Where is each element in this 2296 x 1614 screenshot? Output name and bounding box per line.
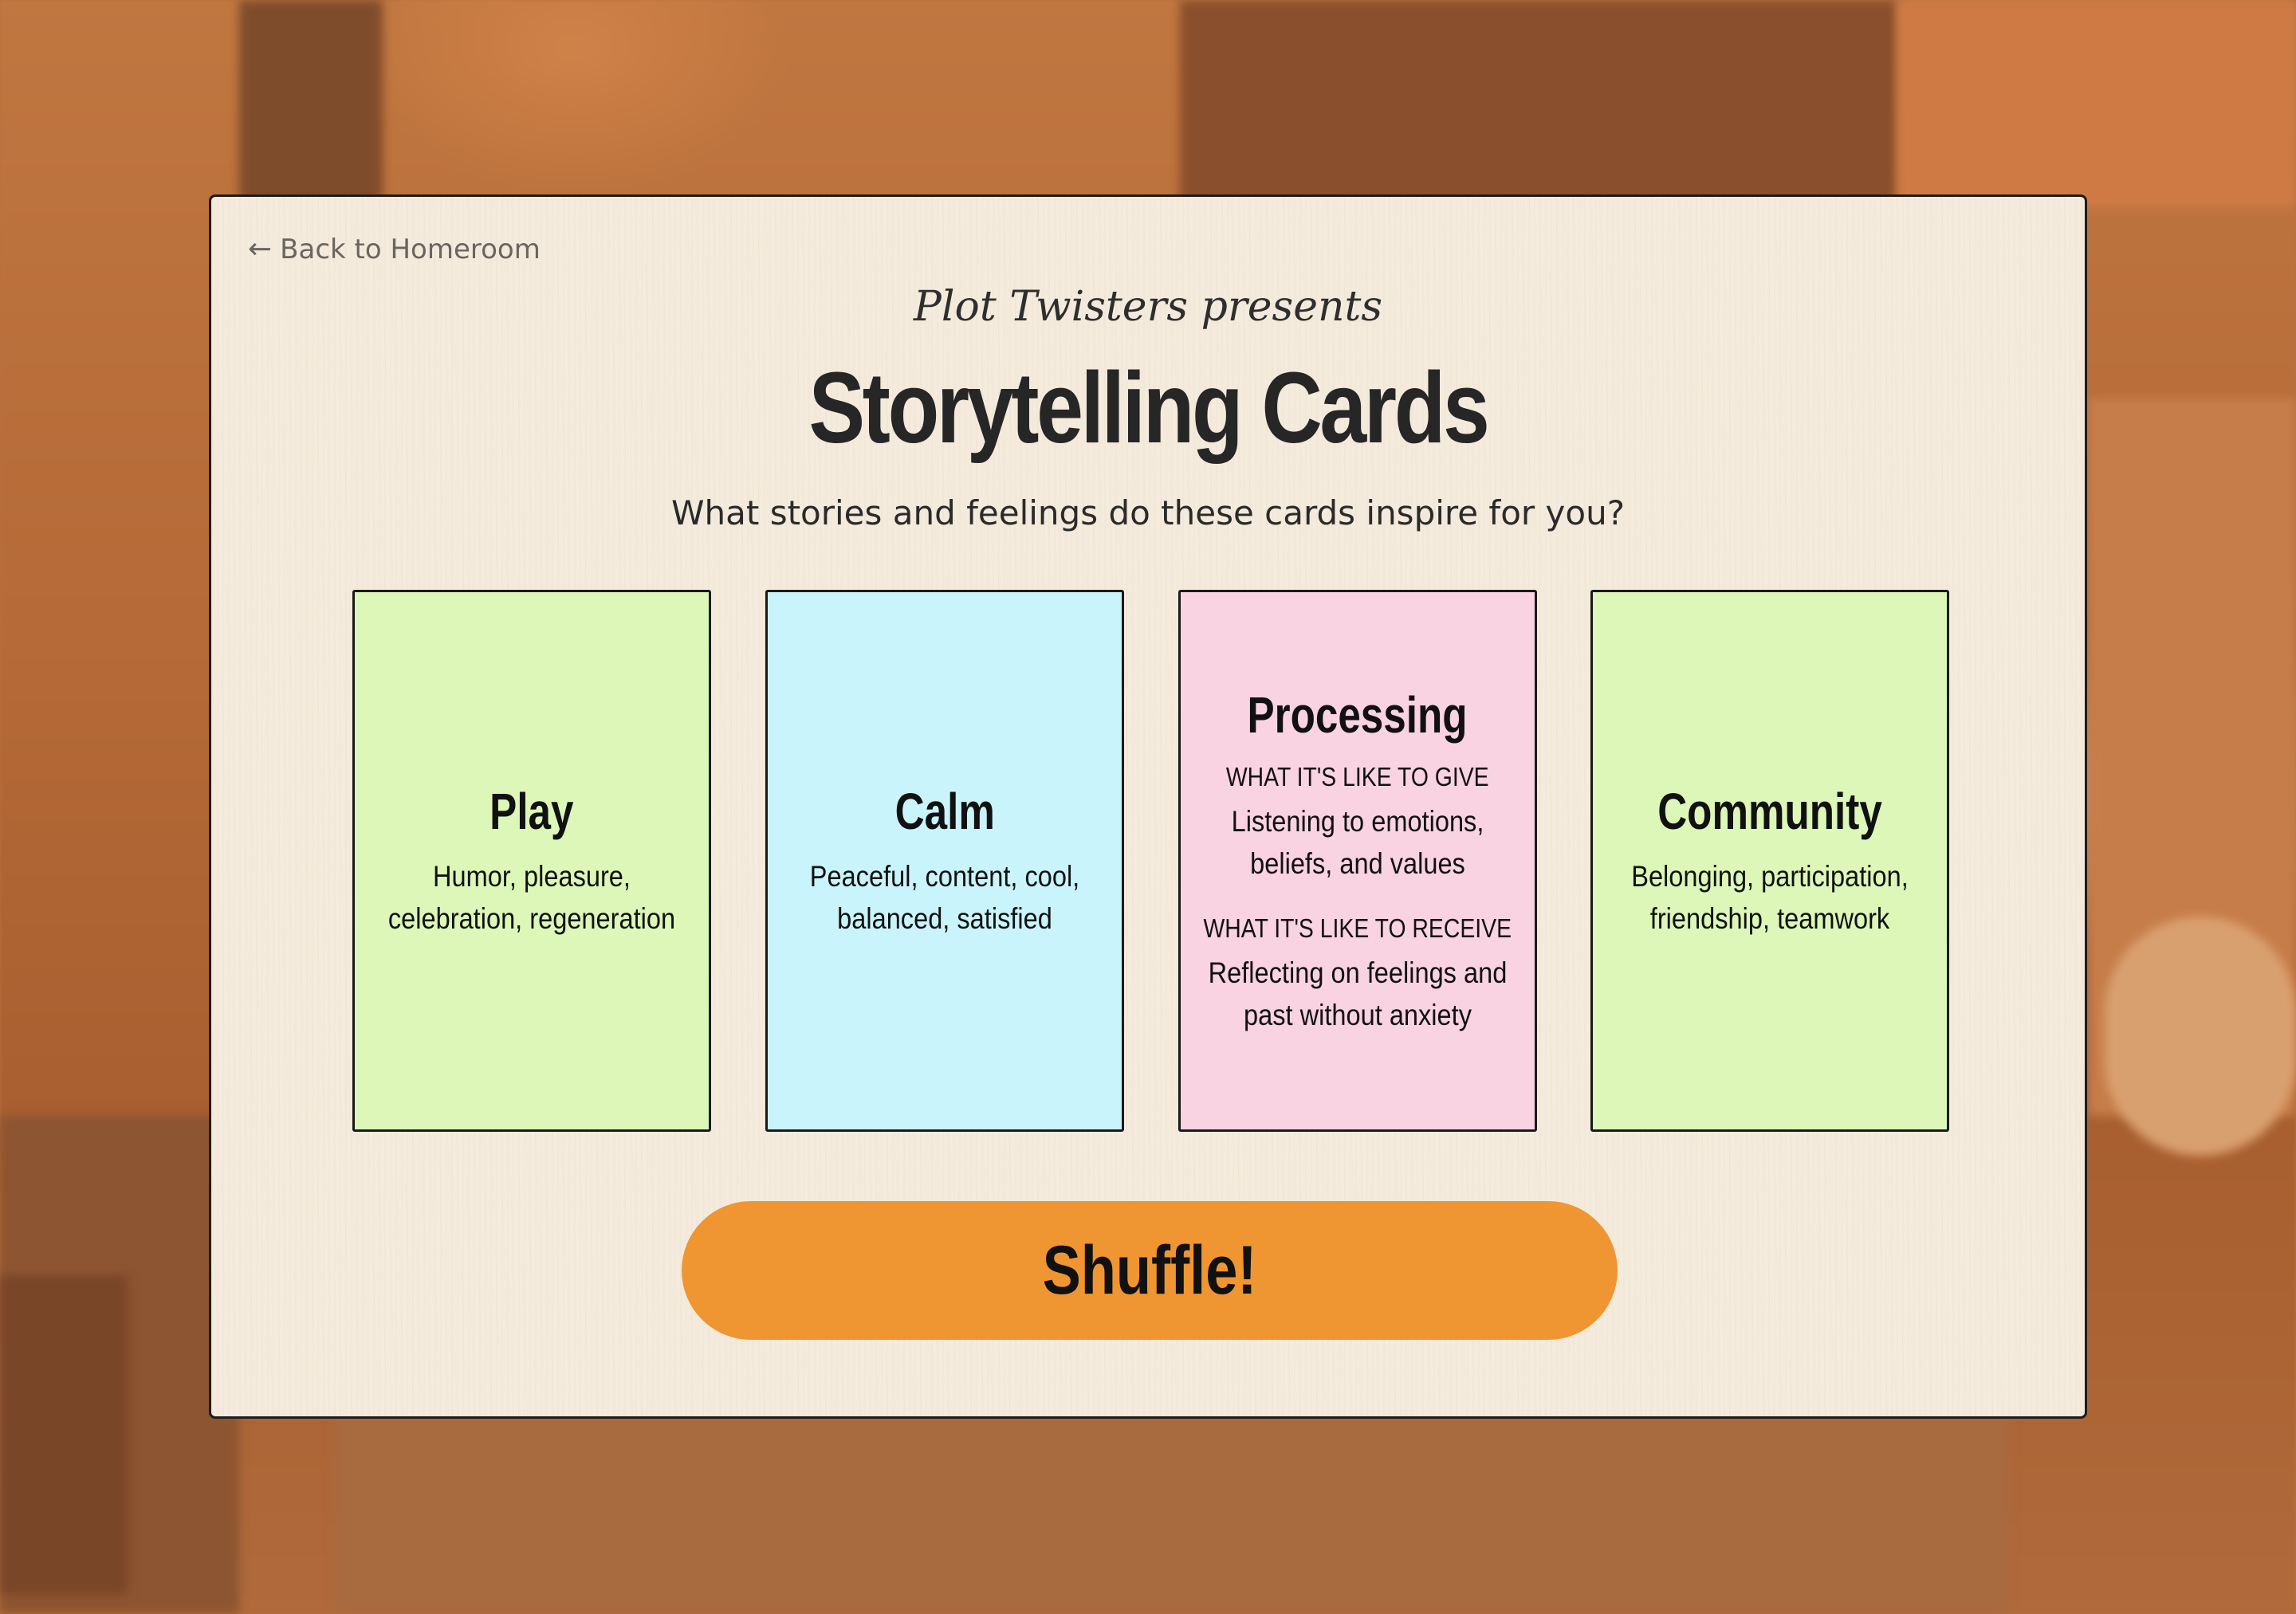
shuffle-button-label: Shuffle!	[1042, 1231, 1257, 1309]
card-row: Play Humor, pleasure, celebration, regen…	[352, 590, 1952, 1132]
card-title: Processing	[1247, 686, 1468, 744]
card-title: Play	[489, 783, 574, 840]
card-title: Calm	[894, 783, 995, 840]
card-play[interactable]: Play Humor, pleasure, celebration, regen…	[352, 590, 711, 1132]
receive-label: WHAT IT'S LIKE TO RECEIVE	[1203, 913, 1512, 943]
back-link-label: Back to Homeroom	[280, 234, 541, 265]
card-community[interactable]: Community Belonging, participation, frie…	[1590, 590, 1949, 1132]
background-shape	[1180, 0, 1897, 207]
back-to-homeroom-link[interactable]: ← Back to Homeroom	[248, 234, 541, 265]
page-title: Storytelling Cards	[808, 351, 1489, 464]
card-title: Community	[1657, 783, 1882, 840]
card-description: Humor, pleasure, celebration, regenerati…	[387, 860, 676, 935]
arrow-left-icon: ←	[248, 233, 273, 265]
background-shape	[0, 1275, 128, 1594]
give-text: Listening to emotions, beliefs, and valu…	[1231, 805, 1484, 880]
page-subtitle: What stories and feelings do these cards…	[671, 493, 1625, 532]
presenter-line: Plot Twisters presents	[913, 283, 1383, 331]
background-shape	[335, 1419, 2009, 1614]
shuffle-button[interactable]: Shuffle!	[682, 1201, 1618, 1340]
card-description: Belonging, participation, friendship, te…	[1631, 860, 1909, 935]
receive-text: Reflecting on feelings and past without …	[1208, 956, 1508, 1031]
storytelling-panel: ← Back to Homeroom Plot Twisters present…	[209, 194, 2087, 1419]
background-shape	[1897, 0, 2296, 207]
card-processing[interactable]: Processing WHAT IT'S LIKE TO GIVE Listen…	[1178, 590, 1537, 1132]
give-label: WHAT IT'S LIKE TO GIVE	[1226, 762, 1489, 791]
card-calm[interactable]: Calm Peaceful, content, cool, balanced, …	[765, 590, 1124, 1132]
background-shape	[2105, 917, 2296, 1156]
card-description: Peaceful, content, cool, balanced, satis…	[809, 860, 1080, 935]
